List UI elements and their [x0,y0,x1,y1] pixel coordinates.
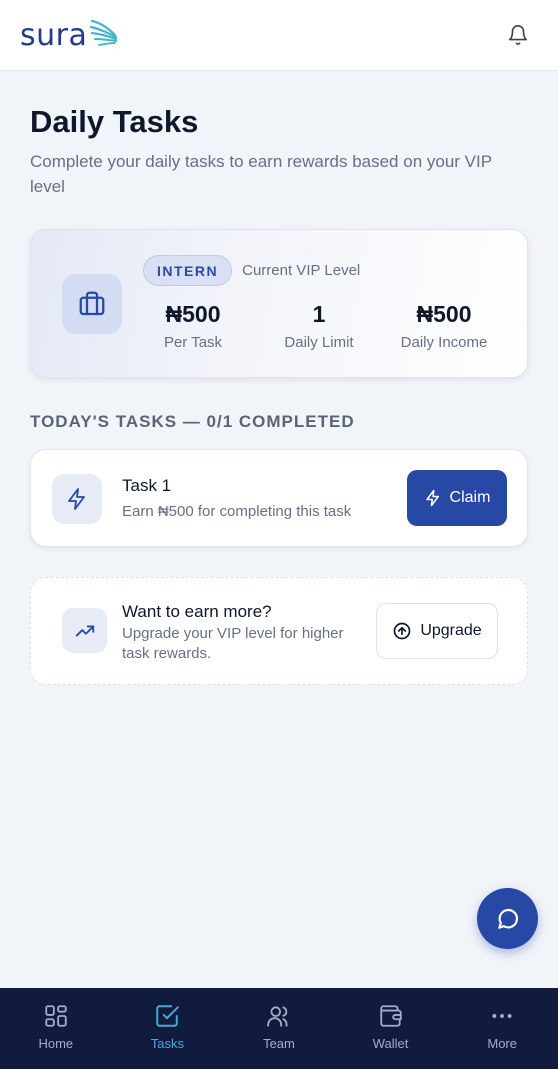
claim-button-label: Claim [449,489,491,506]
task-icon-box [52,474,102,524]
nav-label: Home [38,1035,74,1051]
claim-button[interactable]: Claim [407,470,507,526]
logo-wing-icon [90,19,118,46]
bottom-navigation: Home Tasks Team Wallet More [0,988,558,1069]
more-dots-icon [492,1013,512,1018]
task-description: Earn ₦500 for completing this task [122,503,352,520]
upgrade-button[interactable]: Upgrade [376,603,498,659]
vip-icon-box [62,274,122,334]
nav-label: Tasks [150,1035,184,1051]
briefcase-icon [79,291,105,316]
nav-item-team[interactable]: Team [223,988,335,1069]
vip-level-badge: INTERN [143,255,233,286]
users-icon [267,1005,288,1027]
top-bar: sura [0,0,558,71]
wallet-icon [379,1004,402,1027]
sura-logo[interactable]: sura [20,17,119,53]
nav-item-home[interactable]: Home [0,988,112,1069]
grid-icon [45,1004,67,1027]
stat-label: Daily Income [400,334,488,351]
upsell-title: Want to earn more? [122,602,272,621]
upsell-card: Want to earn more? Upgrade your VIP leve… [30,577,528,685]
task-card: Task 1 Earn ₦500 for completing this tas… [30,449,528,547]
stat-label: Daily Limit [284,334,354,351]
stat-daily-income: ₦500 Daily Income [384,300,504,351]
nav-item-more[interactable]: More [446,988,558,1069]
bell-icon [508,25,528,45]
stat-daily-limit: 1 Daily Limit [259,300,379,351]
vip-level-caption: Current VIP Level [242,262,361,279]
checkbox-icon [156,1004,180,1027]
vip-level-card: INTERN Current VIP Level ₦500 Per Task 1… [30,229,528,378]
trending-up-icon [75,625,94,636]
nav-label: Team [263,1035,295,1051]
stat-per-task: ₦500 Per Task [133,300,253,351]
upgrade-button-label: Upgrade [420,622,482,639]
page-title: Daily Tasks [30,104,199,139]
stat-value: ₦500 [416,301,472,327]
chat-bubble-icon [497,908,518,929]
upsell-description: Upgrade your VIP level for higher task r… [122,625,344,662]
nav-item-tasks[interactable]: Tasks [112,988,224,1069]
lightning-icon [425,489,439,507]
main-content: Daily Tasks Complete your daily tasks to… [30,71,528,685]
nav-label: More [487,1035,517,1051]
vip-badge-row: INTERN Current VIP Level [143,255,360,286]
nav-label: Wallet [372,1035,409,1051]
arrow-up-circle-icon [393,622,411,640]
tasks-section-heading: TODAY'S TASKS — 0/1 COMPLETED [30,412,355,431]
stat-label: Per Task [163,334,223,351]
notifications-button[interactable] [498,15,538,55]
stat-value: 1 [312,301,326,327]
stat-value: ₦500 [165,301,221,327]
nav-item-wallet[interactable]: Wallet [335,988,447,1069]
lightning-icon [68,488,85,510]
logo-text: sura [20,17,88,53]
upsell-icon-box [62,608,107,653]
chat-button[interactable] [477,888,538,949]
page-subtitle: Complete your daily tasks to earn reward… [30,152,492,196]
task-title: Task 1 [122,476,172,495]
